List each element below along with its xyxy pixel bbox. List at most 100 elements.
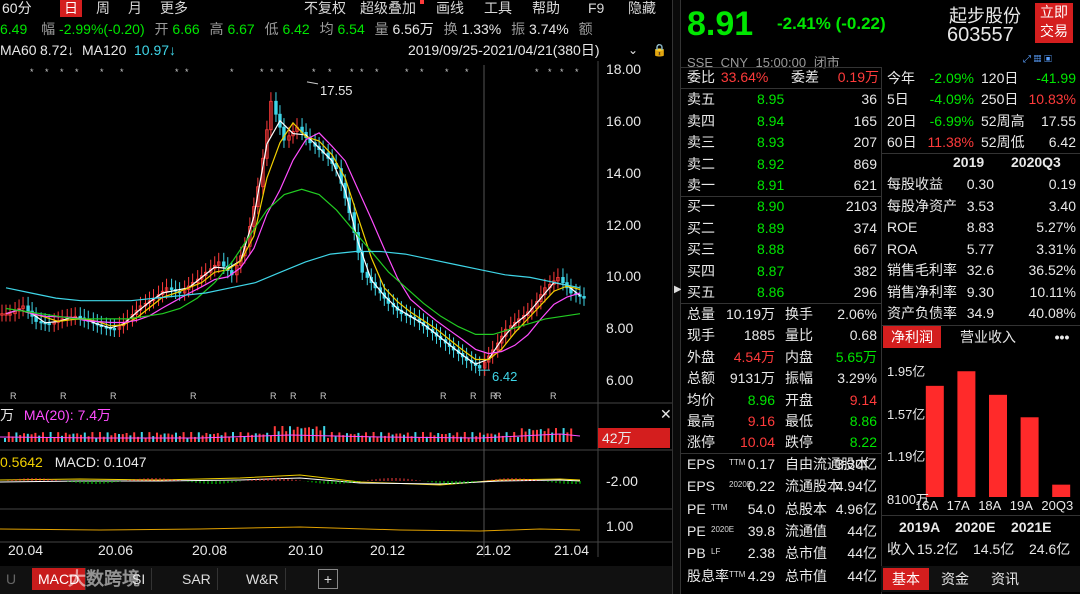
metric-2019: 34.9 — [966, 305, 994, 321]
tab-prev[interactable]: U — [0, 568, 33, 590]
volume-bar — [323, 426, 326, 442]
stat-label: 总量 — [687, 306, 715, 322]
watermark: 大数跨境 — [68, 569, 140, 589]
help-menu[interactable]: 帮助 — [532, 0, 560, 17]
bid-price: 8.89 — [757, 219, 785, 236]
close-volume-icon[interactable]: ✕ — [660, 406, 672, 423]
ask-row: 卖四 8.94 165 — [681, 111, 881, 132]
chart-icon[interactable]: ▦ — [1034, 54, 1042, 65]
f9-button[interactable]: F9 — [588, 0, 604, 17]
tab-sar[interactable]: SAR — [176, 568, 218, 590]
valuation-label: EPS — [687, 456, 716, 472]
metric-label: ROE — [887, 219, 918, 235]
period-day-tab[interactable]: 日 — [60, 0, 82, 17]
metric-2020q3: 36.52% — [1028, 262, 1076, 278]
panel-splitter[interactable]: ▶ — [672, 0, 682, 594]
performance-row: 5日 -4.09% 250日 10.83% — [881, 89, 1080, 110]
ask-volume: 165 — [853, 112, 877, 129]
valuation-superscript: TTM — [729, 458, 746, 467]
event-star-icon: * — [280, 67, 284, 77]
volume-bar — [87, 436, 90, 442]
volume-bar — [433, 435, 436, 442]
perf-value: 10.83% — [1028, 91, 1076, 108]
valuation-label: 总市值 — [785, 567, 827, 584]
tab-revenue[interactable]: 营业收入 — [945, 326, 1031, 348]
kline-chart-panel[interactable]: 6.49 幅 -2.99%(-0.20) 开 6.66 高 6.67 低 6.4… — [0, 17, 672, 568]
valuation-value: 3.30亿 — [835, 456, 877, 472]
volume-bar — [562, 428, 565, 442]
volume-bar — [152, 436, 155, 442]
event-star-icon: * — [405, 67, 409, 77]
tools-menu[interactable]: 工具 — [484, 0, 512, 17]
volume-bar — [247, 432, 250, 442]
event-star-icon: * — [75, 67, 79, 77]
volume-bar — [292, 429, 295, 442]
trade-now-button[interactable]: 立即 交易 — [1035, 3, 1073, 43]
super-overlay-button[interactable]: 超级叠加 — [360, 0, 416, 17]
period-60min-tab[interactable]: 60分 — [2, 0, 32, 17]
bid-row: 买五 8.86 296 — [681, 282, 881, 303]
metric-row: 销售毛利率 32.6 36.52% — [881, 260, 1080, 281]
col-2020q3: 2020Q3 — [1011, 154, 1061, 170]
period-week-tab[interactable]: 周 — [96, 0, 110, 17]
perf-label: 250日 — [981, 91, 1019, 108]
volume-bar — [220, 435, 223, 442]
volume-bar — [258, 433, 261, 442]
stat-label: 最高 — [687, 413, 715, 429]
perf-value: -6.99% — [929, 112, 974, 129]
metric-label: ROA — [887, 240, 918, 257]
perf-label: 52周低 — [981, 133, 1025, 150]
tab-news[interactable]: 资讯 — [981, 568, 1029, 590]
valuation-value: 0.17 — [747, 456, 775, 472]
valuation-row: PE 54.0 总股本 4.96亿 TTM — [681, 499, 881, 520]
volume-bar — [338, 432, 341, 442]
volume-bar — [61, 435, 63, 442]
volume-bar — [482, 434, 485, 442]
volume-bar — [566, 432, 569, 442]
event-star-icon: * — [575, 67, 579, 77]
ma120-line — [5, 250, 581, 302]
perf-value: -2.09% — [929, 70, 974, 86]
event-star-icon: * — [360, 67, 364, 77]
adjust-price-button[interactable]: 不复权 — [304, 0, 346, 17]
volume-bar — [353, 434, 356, 442]
stat-label: 外盘 — [687, 348, 715, 365]
tab-basic[interactable]: 基本 — [883, 568, 929, 590]
date-tick: 20.08 — [192, 542, 228, 558]
expand-icon[interactable]: ⤢ — [1023, 54, 1031, 65]
tab-wr[interactable]: W&R — [240, 568, 286, 590]
period-month-tab[interactable]: 月 — [128, 0, 142, 17]
income-value: 15.2亿 — [917, 541, 959, 557]
income-value: 24.6亿 — [1029, 541, 1071, 557]
candle-body — [365, 271, 369, 278]
volume-bar — [99, 432, 101, 442]
metric-label: 每股收益 — [887, 176, 943, 192]
profit-bar — [925, 385, 944, 497]
more-periods-button[interactable]: 更多 — [160, 0, 188, 17]
event-star-icon: * — [100, 67, 104, 77]
tab-funds[interactable]: 资金 — [931, 568, 979, 590]
event-star-icon: * — [535, 67, 539, 77]
stat-value: 2.06% — [837, 306, 877, 322]
more-options-icon[interactable]: ••• — [1047, 326, 1077, 348]
metric-2020q3: 3.40 — [1048, 197, 1076, 214]
draw-line-button[interactable]: 画线 — [436, 0, 464, 17]
volume-bar — [471, 432, 474, 442]
volume-bar — [285, 431, 288, 442]
add-indicator-button[interactable]: + — [318, 569, 338, 589]
income-value: 14.5亿 — [973, 541, 1015, 557]
window-icon[interactable]: ▣ — [1044, 54, 1052, 65]
volume-bar — [513, 432, 516, 442]
hide-button[interactable]: 隐藏 — [628, 0, 656, 17]
macd-legend: 0.5642 MACD: 0.1047 — [0, 453, 147, 471]
volume-bar — [330, 432, 333, 442]
metric-label: 每股净资产 — [887, 197, 957, 214]
volume-bar — [125, 432, 128, 442]
valuation-superscript: LF — [711, 547, 721, 557]
tab-net-profit[interactable]: 净利润 — [883, 326, 941, 348]
price-chart-svg[interactable]: * * * * * * * * * * * * * * * * * * * * * * * * *R R R R R R R R R RR R — [0, 17, 672, 568]
date-tick: 21.04 — [554, 542, 590, 558]
volume-bar — [547, 428, 550, 442]
valuation-label: 流通值 — [785, 522, 827, 539]
stat-label: 跌停 — [785, 434, 813, 451]
